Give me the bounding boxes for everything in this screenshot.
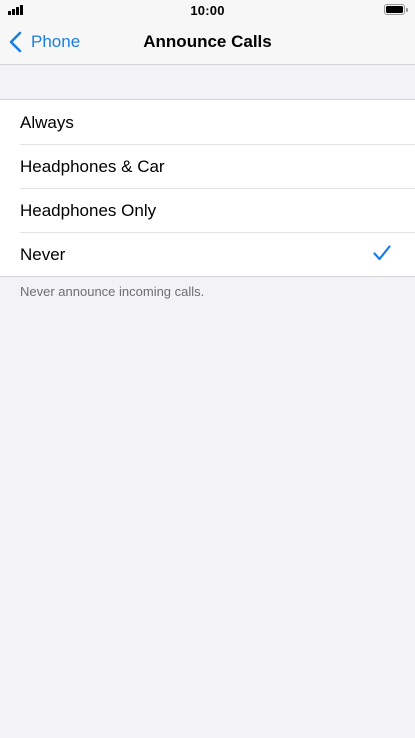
option-always[interactable]: Always	[0, 100, 415, 144]
checkmark-icon	[373, 245, 391, 261]
option-label: Headphones & Car	[20, 157, 165, 176]
option-headphones-and-car[interactable]: Headphones & Car	[0, 144, 415, 188]
option-label: Always	[20, 113, 74, 132]
options-list: Always Headphones & Car Headphones Only …	[0, 99, 415, 277]
option-label: Never	[20, 245, 66, 264]
navigation-bar: Phone Announce Calls	[0, 20, 415, 65]
status-bar: 10:00	[0, 0, 415, 20]
option-headphones-only[interactable]: Headphones Only	[0, 188, 415, 232]
option-never[interactable]: Never	[0, 232, 415, 276]
battery-icon	[384, 4, 408, 15]
footer-note: Never announce incoming calls.	[20, 284, 205, 299]
status-time: 10:00	[190, 3, 225, 18]
option-label: Headphones Only	[20, 201, 157, 220]
page-title: Announce Calls	[143, 32, 272, 51]
